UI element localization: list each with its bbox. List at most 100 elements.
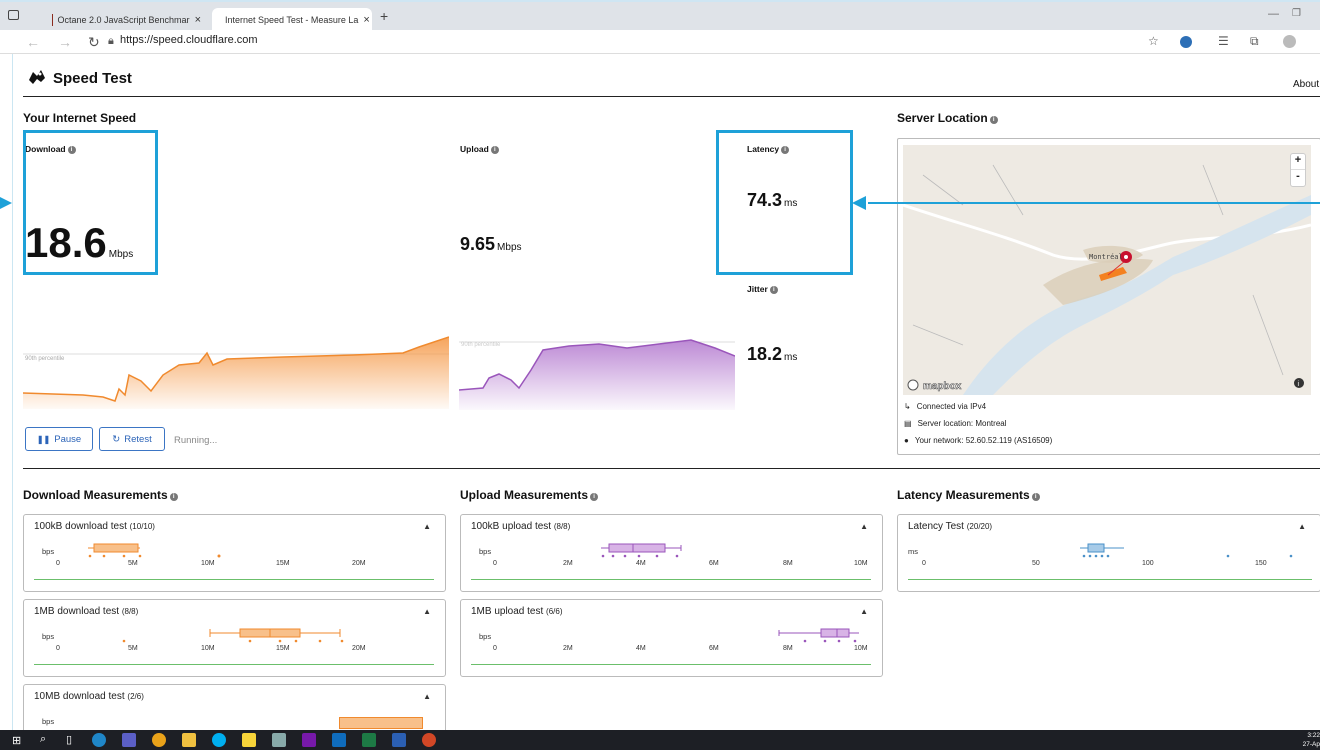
tick-label: 8M [783, 645, 793, 652]
axis-unit: ms [908, 547, 918, 556]
header-divider [23, 96, 1320, 97]
tick-label: 0 [922, 560, 926, 567]
test-title: Latency Test (20/20) [908, 521, 993, 532]
tick-label: 6M [709, 560, 719, 567]
tab-octane[interactable]: Octane 2.0 JavaScript Benchmar × [44, 8, 209, 32]
axis-line [908, 579, 1312, 580]
tick-label: 2M [563, 560, 573, 567]
info-icon[interactable]: i [590, 493, 599, 501]
mapbox-logo-icon [907, 379, 919, 391]
clock[interactable]: 3:22 27-Ap [1296, 731, 1320, 749]
tick-label: 50 [1032, 560, 1040, 567]
teams-icon[interactable] [122, 733, 136, 747]
profile-avatar[interactable] [1283, 35, 1296, 48]
tick-label: 15M [276, 560, 290, 567]
tick-label: 5M [128, 645, 138, 652]
pause-button[interactable]: ❚❚ Pause [25, 427, 93, 451]
url-field[interactable]: https://speed.cloudflare.com [120, 34, 258, 46]
collapse-caret-icon[interactable]: ▲ [860, 607, 868, 616]
tick-label: 100 [1142, 560, 1154, 567]
refresh-icon[interactable]: ↻ [88, 34, 100, 51]
tick-label: 6M [709, 645, 719, 652]
task-view-icon[interactable]: ▯ [66, 733, 72, 746]
close-tab-icon[interactable]: × [363, 14, 369, 26]
axis-line [471, 579, 871, 580]
info-icon[interactable]: i [989, 116, 998, 124]
app-icon[interactable] [272, 733, 286, 747]
tick-label: 0 [493, 645, 497, 652]
upload-speed-chart [459, 339, 735, 410]
mapbox-logo: mapbox [923, 381, 962, 392]
tick-label: 10M [854, 645, 868, 652]
collapse-caret-icon[interactable]: ▲ [1298, 522, 1306, 531]
tick-label: 4M [636, 560, 646, 567]
collapse-caret-icon[interactable]: ▲ [860, 522, 868, 531]
retest-icon: ↻ [112, 433, 121, 445]
word-icon[interactable] [392, 733, 406, 747]
favorites-list-icon[interactable]: ☰ [1218, 34, 1229, 48]
axis-line [34, 664, 434, 665]
close-tab-icon[interactable]: × [195, 14, 201, 26]
minimize-icon[interactable]: — [1268, 8, 1279, 20]
new-tab-button[interactable]: + [380, 8, 388, 24]
tick-label: 0 [493, 560, 497, 567]
collapse-caret-icon[interactable]: ▲ [423, 522, 431, 531]
upload-unit: Mbps [497, 242, 522, 253]
upload-label: Upload i [460, 144, 499, 154]
sticky-notes-icon[interactable] [242, 733, 256, 747]
info-icon[interactable]: i [769, 286, 778, 294]
axis-unit: bps [479, 632, 492, 641]
info-icon[interactable]: i [1031, 493, 1040, 501]
location-pin-icon: ● [904, 436, 909, 445]
outlier [217, 554, 221, 558]
page-content: Speed Test About Your Internet Speed Dow… [12, 54, 1320, 730]
windows-taskbar: ⊞ ⌕ ▯ 3:22 27-Ap [0, 730, 1320, 750]
forward-icon[interactable]: → [58, 34, 72, 50]
collapse-caret-icon[interactable]: ▲ [423, 607, 431, 616]
axis-unit: bps [42, 547, 55, 556]
server-location-title: Server Location i [897, 111, 998, 125]
collapse-caret-icon[interactable]: ▲ [423, 692, 431, 701]
tick-label: 20M [352, 560, 366, 567]
tab-actions-icon[interactable] [8, 10, 19, 20]
tick-label: 0 [56, 560, 60, 567]
tick-label: 8M [783, 560, 793, 567]
annotation-arrows [0, 196, 1320, 210]
box-plot [339, 717, 423, 729]
box-plot [122, 628, 344, 643]
skype-icon[interactable] [212, 733, 226, 747]
upload-test-100kb: 100kB upload test (8/8) ▲ bps 0 2M 4M 6M… [460, 514, 883, 592]
retest-button[interactable]: ↻ Retest [99, 427, 165, 451]
test-title: 100kB upload test (8/8) [471, 521, 571, 532]
tick-label: 10M [201, 645, 215, 652]
chrome-icon[interactable] [152, 733, 166, 747]
lock-icon: 🔒︎ [108, 35, 114, 47]
tab-speed-test[interactable]: Internet Speed Test - Measure La × [212, 8, 372, 32]
info-icon[interactable]: i [169, 493, 178, 501]
restore-icon[interactable]: ❐ [1292, 8, 1301, 19]
download-speed-chart [23, 336, 449, 409]
onenote-icon[interactable] [302, 733, 316, 747]
collections-icon[interactable]: ⧉ [1250, 34, 1259, 49]
tick-label: 150 [1255, 560, 1267, 567]
search-icon[interactable]: ⌕ [40, 733, 46, 746]
favorites-star-icon[interactable]: ☆ [1148, 34, 1159, 48]
address-bar-row: ← → ↻ 🔒︎ https://speed.cloudflare.com ☆ … [0, 30, 1320, 54]
left-arrow-icon [0, 197, 12, 209]
excel-icon[interactable] [362, 733, 376, 747]
connected-via: ↳ Connected via IPv4 [904, 402, 987, 411]
windows-start-icon[interactable]: ⊞ [12, 734, 21, 747]
info-icon[interactable]: i [490, 146, 499, 154]
file-explorer-icon[interactable] [182, 733, 196, 747]
back-icon[interactable]: ← [26, 34, 40, 50]
axis-unit: bps [42, 632, 55, 641]
powerpoint-icon[interactable] [422, 733, 436, 747]
tick-label: 4M [636, 645, 646, 652]
zoom-in-button[interactable]: + [1291, 154, 1305, 170]
outlook-icon[interactable] [332, 733, 346, 747]
about-link[interactable]: About [1293, 79, 1319, 90]
extension-icon[interactable] [1180, 36, 1192, 48]
clock-time: 3:22 [1307, 732, 1320, 739]
section-divider [23, 468, 1320, 469]
edge-icon[interactable] [92, 733, 106, 747]
